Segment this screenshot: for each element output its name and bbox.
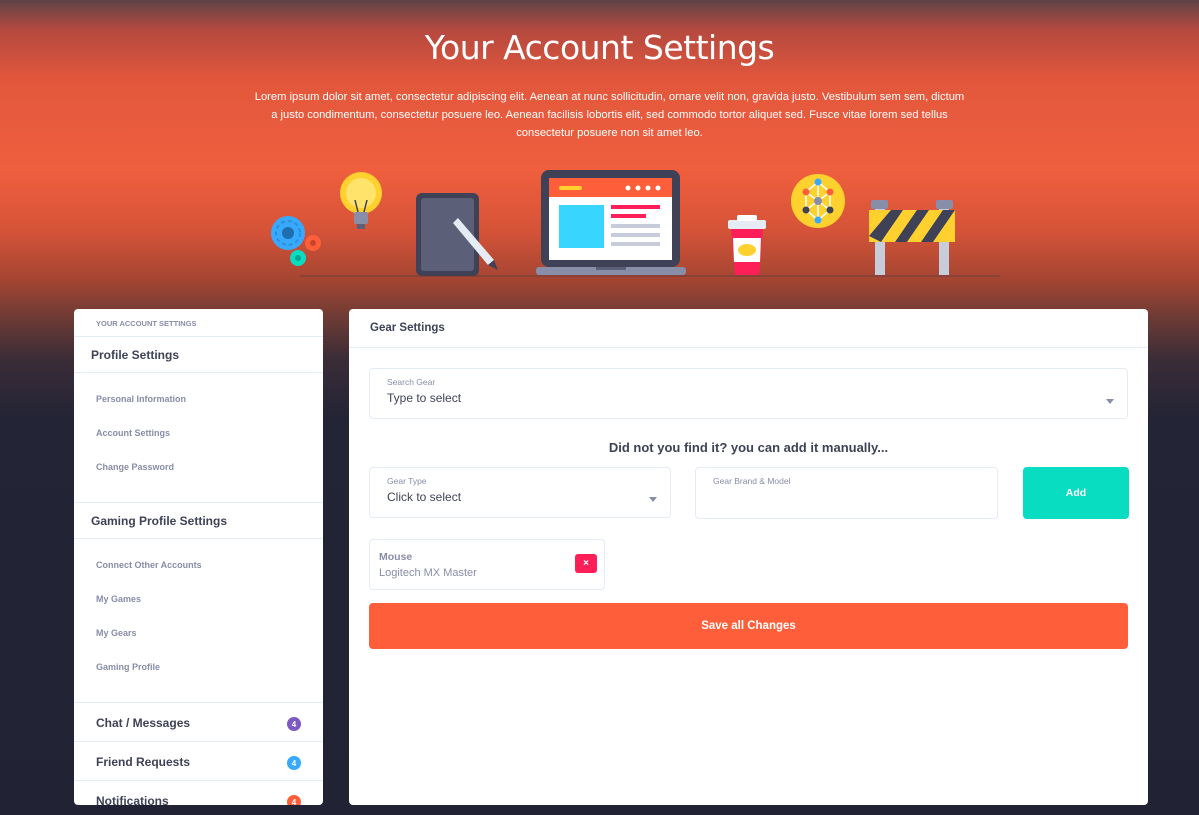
network-icon (791, 174, 845, 228)
sidebar-item-personal-information[interactable]: Personal Information (74, 388, 323, 422)
gear-brand-model-label: Gear Brand & Model (713, 476, 791, 486)
manual-add-note: Did not you find it? you can add it manu… (608, 440, 889, 455)
coffee-cup-icon (728, 215, 766, 275)
search-gear-select[interactable]: Search Gear Type to select (369, 368, 1128, 419)
sidebar-item-friend-requests[interactable]: Friend Requests 4 (74, 742, 323, 781)
remove-gear-button[interactable]: × (575, 554, 597, 573)
hero-illustration (271, 170, 1000, 277)
gear-type-value: Click to select (387, 490, 462, 504)
sidebar-item-my-gears[interactable]: My Gears (74, 622, 323, 656)
gear-item-type: Mouse (379, 551, 413, 563)
save-all-changes-button[interactable]: Save all Changes (369, 603, 1128, 649)
sidebar-item-account-settings[interactable]: Account Settings (74, 422, 323, 456)
hero-description: Lorem ipsum dolor sit amet, consectetur … (254, 91, 965, 139)
add-gear-button[interactable]: Add (1023, 467, 1129, 519)
gaming-settings-list: Connect Other Accounts My Games My Gears… (74, 539, 323, 703)
search-gear-value: Type to select (387, 391, 462, 405)
sidebar-item-change-password[interactable]: Change Password (74, 456, 323, 490)
chevron-down-icon (649, 497, 657, 502)
tablet-icon (416, 193, 498, 276)
barrier-icon (869, 200, 955, 275)
page-title: Your Account Settings (424, 28, 775, 67)
gear-item-model: Logitech MX Master (379, 567, 477, 579)
chevron-down-icon (1106, 399, 1114, 404)
chat-count-badge: 4 (287, 717, 301, 731)
sidebar-item-notifications[interactable]: Notifications 4 (74, 781, 323, 805)
gear-settings-panel: Gear Settings Search Gear Type to select… (349, 309, 1148, 805)
notifications-count-badge: 4 (287, 795, 301, 805)
gear-type-label: Gear Type (387, 476, 427, 486)
gear-type-select[interactable]: Gear Type Click to select (369, 467, 671, 518)
sidebar-item-my-games[interactable]: My Games (74, 588, 323, 622)
search-gear-label: Search Gear (387, 377, 436, 387)
profile-settings-list: Personal Information Account Settings Ch… (74, 373, 323, 503)
sidebar-row-label: Notifications (96, 794, 169, 805)
sidebar-row-label: Chat / Messages (96, 716, 191, 730)
sidebar-item-gaming-profile[interactable]: Gaming Profile (74, 656, 323, 690)
gear-item-card: Mouse Logitech MX Master × (369, 539, 605, 590)
gears-icon (271, 216, 321, 266)
sidebar-row-label: Friend Requests (96, 755, 191, 769)
settings-sidebar: YOUR ACCOUNT SETTINGS Profile Settings P… (74, 309, 323, 805)
sidebar-heading-profile[interactable]: Profile Settings (74, 337, 323, 373)
gear-brand-model-field[interactable]: Gear Brand & Model (695, 467, 998, 519)
laptop-icon (536, 170, 686, 275)
lightbulb-icon (340, 172, 382, 229)
friend-requests-count-badge: 4 (287, 756, 301, 770)
panel-title: Gear Settings (349, 309, 1148, 348)
sidebar-item-chat-messages[interactable]: Chat / Messages 4 (74, 703, 323, 742)
sidebar-item-connect-accounts[interactable]: Connect Other Accounts (74, 554, 323, 588)
sidebar-heading-gaming[interactable]: Gaming Profile Settings (74, 503, 323, 539)
sidebar-caption: YOUR ACCOUNT SETTINGS (74, 309, 323, 337)
